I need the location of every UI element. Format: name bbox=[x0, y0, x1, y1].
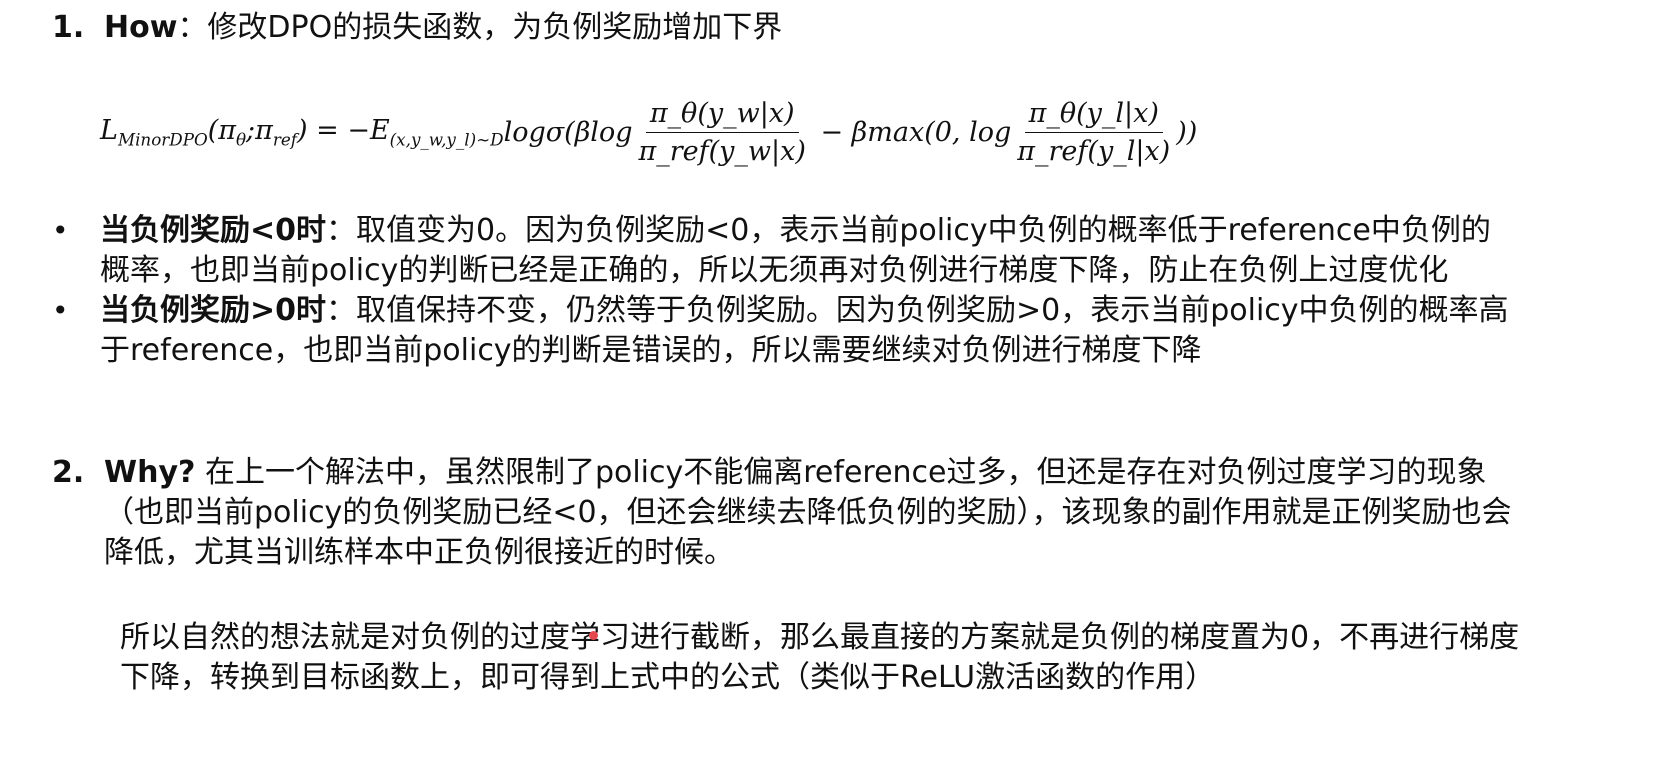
bullet-keyword: 当负例奖励>0时 bbox=[100, 293, 327, 328]
section-1-title: ：修改DPO的损失函数，为负例奖励增加下界 bbox=[177, 10, 783, 45]
bullet-list: • 当负例奖励<0时：取值变为0。因为负例奖励<0，表示当前policy中负例的… bbox=[52, 211, 1512, 371]
formula-fraction-loser: π_θ(y_l|x) π_ref(y_l|x) bbox=[1017, 97, 1171, 167]
formula-log-sigma: logσ(βlog bbox=[503, 116, 633, 148]
section-2-keyword: Why? bbox=[104, 455, 196, 490]
bullet-marker: • bbox=[52, 214, 69, 247]
bullet-item-negative-below-zero: • 当负例奖励<0时：取值变为0。因为负例奖励<0，表示当前policy中负例的… bbox=[52, 211, 1512, 291]
bullet-body: 当负例奖励>0时：取值保持不变，仍然等于负例奖励。因为负例奖励>0，表示当前po… bbox=[100, 291, 1512, 371]
formula-args: (πθ;πref) = −E(x,y_w,y_l)∼D bbox=[207, 114, 504, 150]
bullet-body: 当负例奖励<0时：取值变为0。因为负例奖励<0，表示当前policy中负例的概率… bbox=[100, 211, 1512, 291]
section-2: 2. Why? 在上一个解法中，虽然限制了policy不能偏离reference… bbox=[52, 453, 1522, 573]
section-2-number: 2. bbox=[52, 455, 85, 490]
section-1-heading: 1. How：修改DPO的损失函数，为负例奖励增加下界 bbox=[52, 8, 782, 48]
section-1-number: 1. bbox=[52, 10, 85, 45]
section-2-text: 在上一个解法中，虽然限制了policy不能偏离reference过多，但还是存在… bbox=[104, 455, 1512, 570]
bullet-item-negative-above-zero: • 当负例奖励>0时：取值保持不变，仍然等于负例奖励。因为负例奖励>0，表示当前… bbox=[52, 291, 1512, 371]
section-1-keyword: How bbox=[104, 10, 178, 45]
pointer-dot bbox=[589, 631, 598, 640]
bullet-marker: • bbox=[52, 294, 69, 327]
formula-fraction-winner: π_θ(y_w|x) π_ref(y_w|x) bbox=[638, 97, 806, 167]
bullet-keyword: 当负例奖励<0时 bbox=[100, 213, 327, 248]
formula-max-term: − βmax(0, log bbox=[811, 116, 1012, 148]
section-2-body: Why? 在上一个解法中，虽然限制了policy不能偏离reference过多，… bbox=[104, 453, 1522, 573]
formula-lhs: LMinorDPO bbox=[100, 114, 208, 150]
minor-dpo-formula: LMinorDPO (πθ;πref) = −E(x,y_w,y_l)∼D lo… bbox=[100, 96, 1197, 168]
conclusion-paragraph: 所以自然的想法就是对负例的过度学习进行截断，那么最直接的方案就是负例的梯度置为0… bbox=[120, 620, 1520, 695]
formula-end: )) bbox=[1176, 116, 1198, 148]
